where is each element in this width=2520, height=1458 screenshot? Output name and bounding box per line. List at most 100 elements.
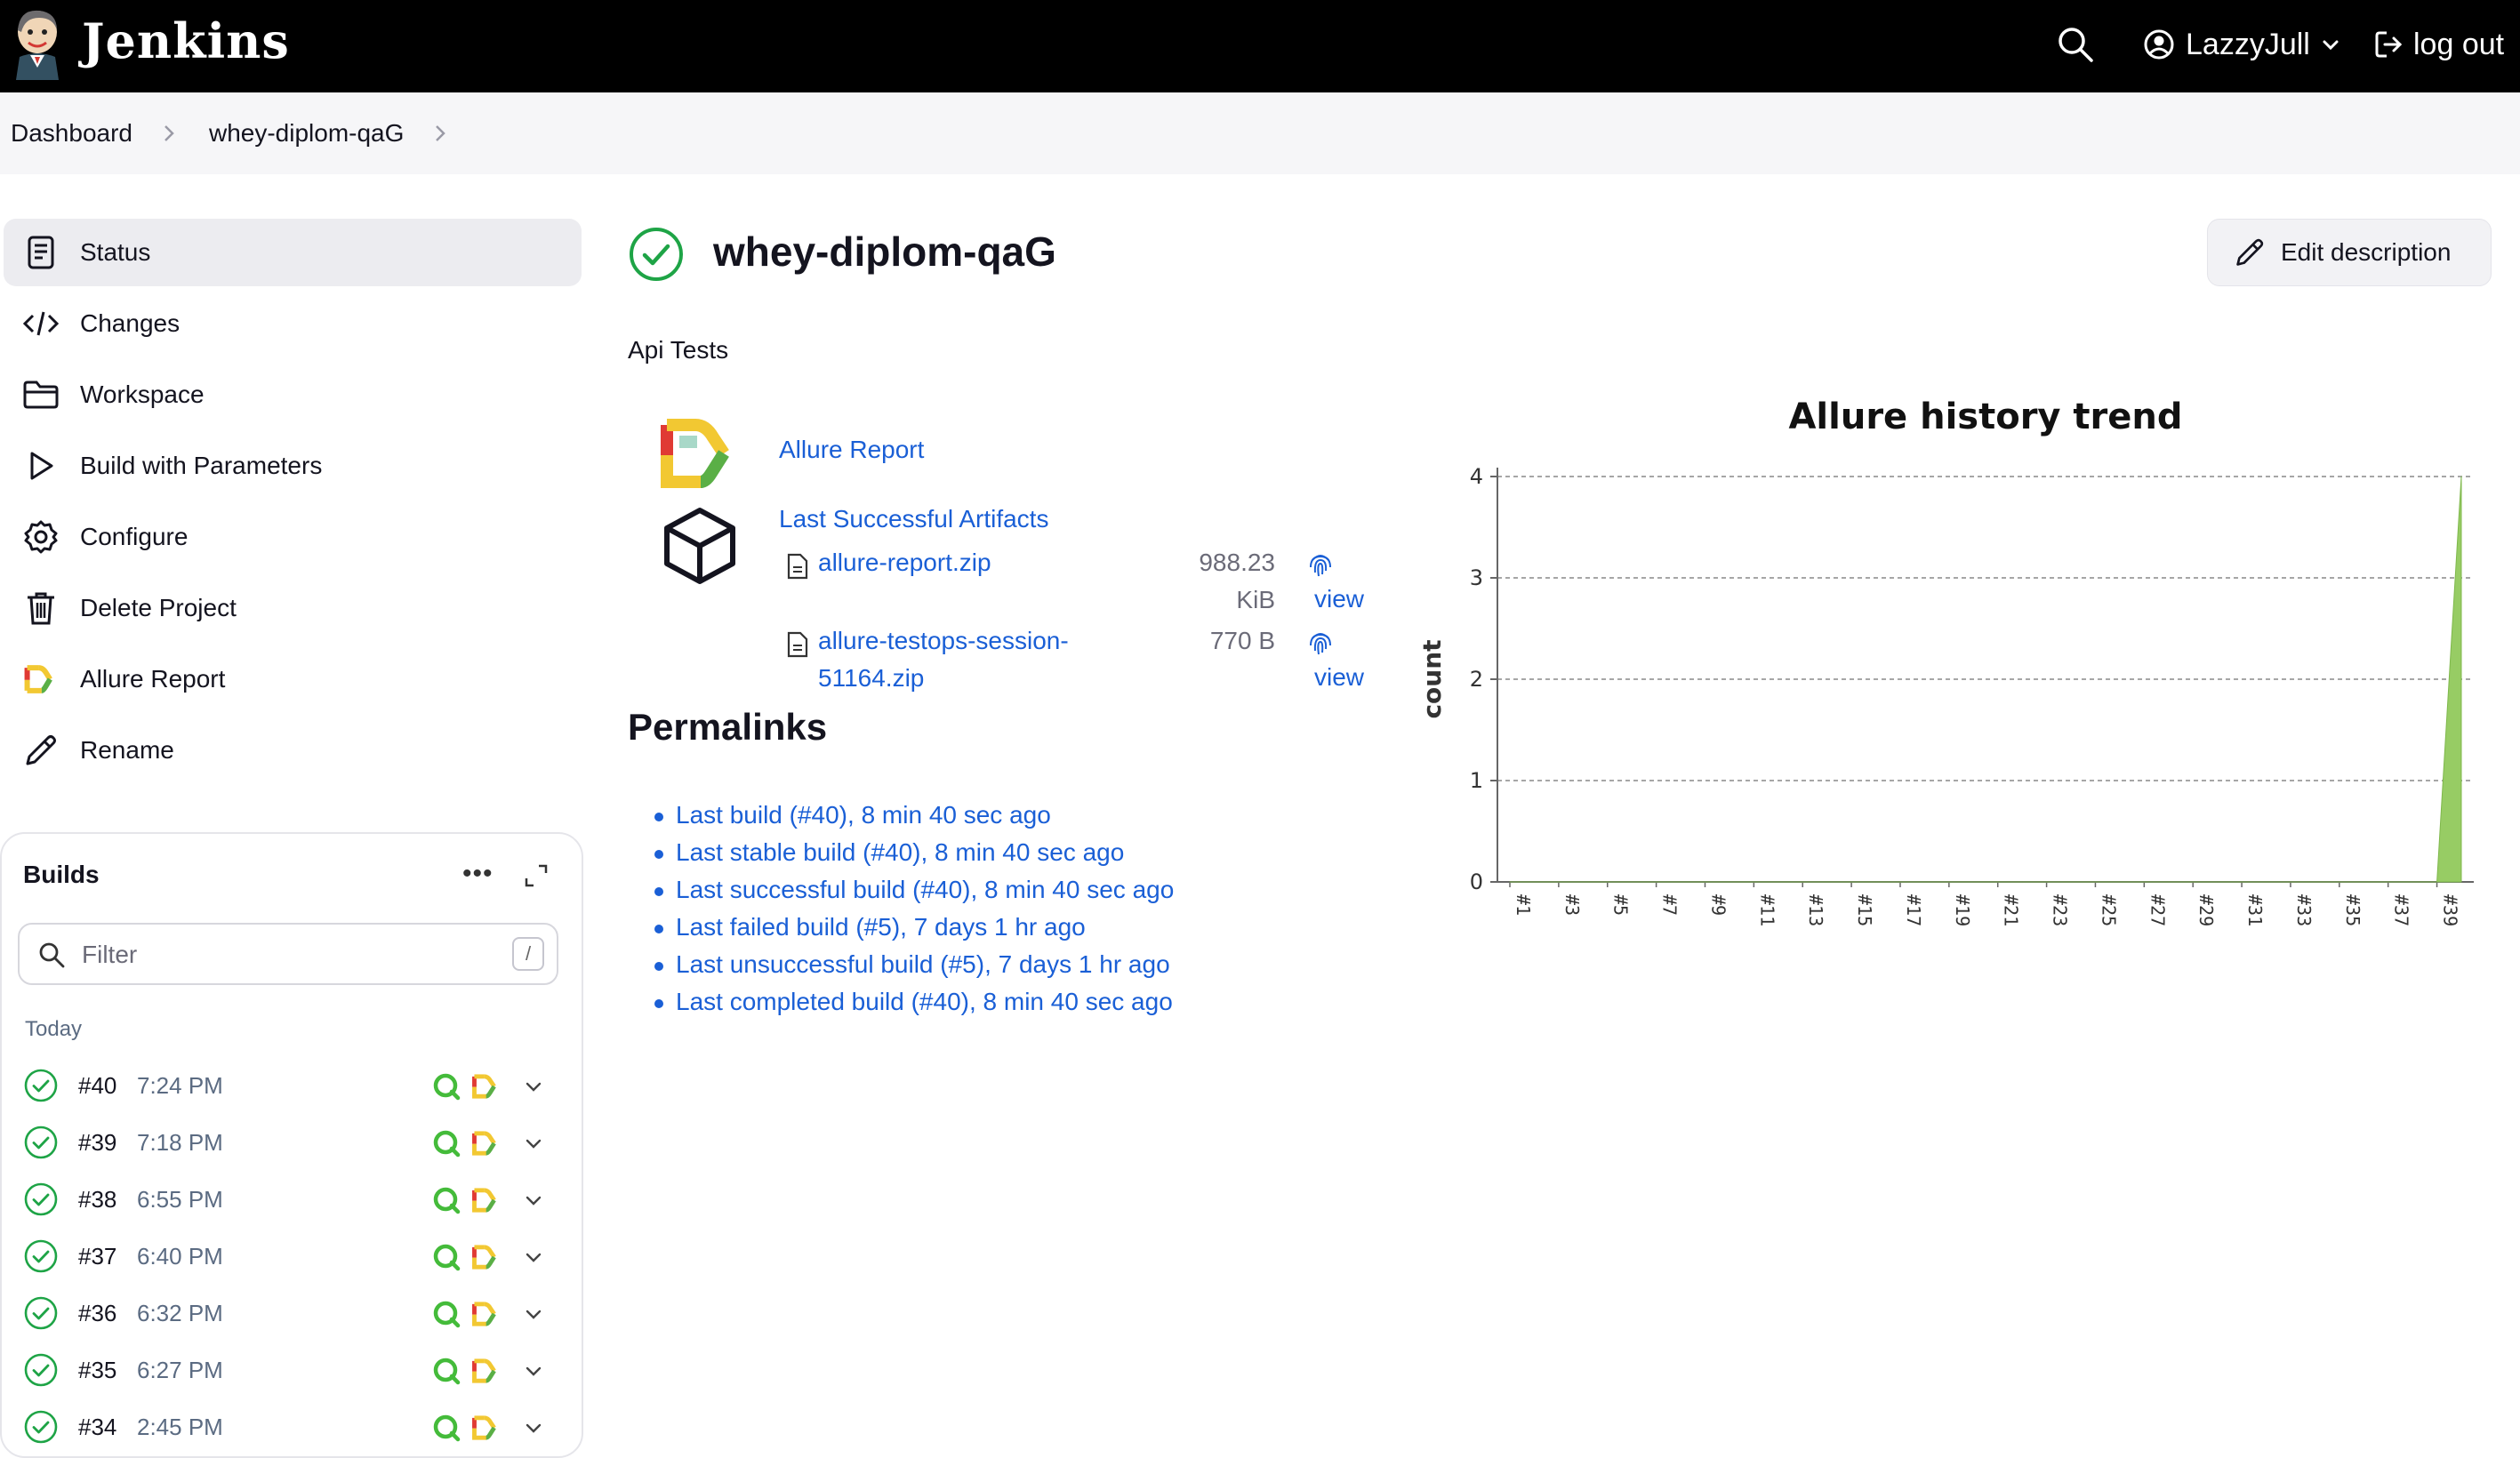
chevron-right-icon[interactable]	[430, 124, 450, 143]
allure-report-link[interactable]: Allure Report	[779, 436, 924, 464]
build-row[interactable]: #37 6:40 PM	[23, 1234, 557, 1278]
chart-data-point	[1899, 881, 1901, 883]
permalink[interactable]: Last successful build (#40), 8 min 40 se…	[676, 876, 1174, 903]
chevron-down-icon[interactable]	[523, 1133, 544, 1154]
sidebar-item-changes[interactable]: Changes	[4, 290, 582, 357]
permalink[interactable]: Last build (#40), 8 min 40 sec ago	[676, 801, 1051, 829]
sidebar-item-configure[interactable]: Configure	[4, 503, 582, 571]
build-row[interactable]: #40 7:24 PM	[23, 1063, 557, 1108]
sidebar-item-label: Workspace	[80, 381, 205, 408]
user-name: LazzyJull	[2186, 27, 2310, 61]
allure-icon[interactable]	[471, 1357, 500, 1385]
more-options-icon[interactable]: •••	[462, 859, 494, 889]
logout-link[interactable]: log out	[2372, 21, 2504, 68]
permalink[interactable]: Last unsuccessful build (#5), 7 days 1 h…	[676, 950, 1170, 978]
permalink[interactable]: Last completed build (#40), 8 min 40 sec…	[676, 988, 1173, 1015]
build-number[interactable]: #34	[78, 1414, 116, 1441]
chart-data-point	[2192, 881, 2194, 883]
artifact-view-link[interactable]: view	[1314, 585, 1364, 613]
chart-data-point	[2119, 881, 2121, 883]
list-item: Last successful build (#40), 8 min 40 se…	[654, 871, 1174, 909]
qase-icon[interactable]	[432, 1186, 461, 1214]
success-icon	[24, 1296, 58, 1330]
search-icon[interactable]	[2056, 25, 2095, 64]
build-time[interactable]: 6:55 PM	[137, 1186, 223, 1214]
chevron-down-icon[interactable]	[523, 1076, 544, 1097]
permalink[interactable]: Last failed build (#5), 7 days 1 hr ago	[676, 913, 1086, 941]
chevron-down-icon[interactable]	[523, 1246, 544, 1268]
permalink[interactable]: Last stable build (#40), 8 min 40 sec ag…	[676, 838, 1124, 866]
edit-description-button[interactable]: Edit description	[2207, 219, 2492, 286]
qase-icon[interactable]	[432, 1300, 461, 1328]
allure-icon[interactable]	[471, 1300, 500, 1328]
build-time[interactable]: 2:45 PM	[137, 1414, 223, 1441]
chart-data-point	[2412, 881, 2413, 883]
build-row[interactable]: #38 6:55 PM	[23, 1177, 557, 1222]
chevron-down-icon[interactable]	[523, 1303, 544, 1325]
allure-icon[interactable]	[471, 1186, 500, 1214]
sidebar-item-status[interactable]: Status	[4, 219, 582, 286]
list-item: Last stable build (#40), 8 min 40 sec ag…	[654, 834, 1174, 871]
allure-history-trend-chart[interactable]: Allure history trend count 0 1 2 3 4 #1 #3 #5 #7 #9…	[1414, 391, 2499, 996]
chart-x-tick-label: #21	[2001, 894, 2022, 926]
expand-icon[interactable]	[523, 862, 550, 889]
chart-x-tick-label: #1	[1513, 894, 1534, 916]
sidebar: Status Changes Workspace Build with Para…	[4, 219, 582, 788]
search-icon	[39, 942, 65, 968]
build-number[interactable]: #38	[78, 1186, 116, 1214]
build-row[interactable]: #35 6:27 PM	[23, 1348, 557, 1392]
sidebar-item-workspace[interactable]: Workspace	[4, 361, 582, 429]
sidebar-item-rename[interactable]: Rename	[4, 717, 582, 784]
build-time[interactable]: 6:27 PM	[137, 1357, 223, 1384]
brand-title[interactable]: Jenkins	[82, 12, 290, 69]
build-time[interactable]: 6:40 PM	[137, 1243, 223, 1270]
sidebar-item-delete-project[interactable]: Delete Project	[4, 574, 582, 642]
qase-icon[interactable]	[432, 1129, 461, 1158]
artifact-name-line: allure-testops-session-	[818, 627, 1069, 654]
build-time[interactable]: 6:32 PM	[137, 1300, 223, 1327]
build-row[interactable]: #39 7:18 PM	[23, 1120, 557, 1165]
build-number[interactable]: #40	[78, 1072, 116, 1100]
artifact-view-link[interactable]: view	[1314, 663, 1364, 692]
chart-data-point	[2021, 881, 2023, 883]
chart-data-point	[2094, 881, 2096, 883]
build-number[interactable]: #35	[78, 1357, 116, 1384]
chevron-down-icon[interactable]	[523, 1190, 544, 1211]
fingerprint-icon[interactable]	[1307, 549, 1334, 580]
allure-icon[interactable]	[471, 1129, 500, 1158]
sidebar-item-allure-report[interactable]: Allure Report	[4, 645, 582, 713]
gear-icon	[21, 517, 60, 557]
qase-icon[interactable]	[432, 1243, 461, 1271]
build-number[interactable]: #37	[78, 1243, 116, 1270]
build-row[interactable]: #36 6:32 PM	[23, 1291, 557, 1335]
qase-icon[interactable]	[432, 1357, 461, 1385]
last-successful-artifacts-link[interactable]: Last Successful Artifacts	[779, 505, 1048, 533]
allure-icon[interactable]	[471, 1243, 500, 1271]
chart-data-point	[2217, 881, 2219, 883]
fingerprint-icon[interactable]	[1307, 628, 1334, 658]
artifact-link[interactable]: allure-report.zip	[818, 544, 1138, 581]
qase-icon[interactable]	[432, 1072, 461, 1101]
qase-icon[interactable]	[432, 1414, 461, 1442]
sidebar-item-build-with-parameters[interactable]: Build with Parameters	[4, 432, 582, 500]
build-time[interactable]: 7:18 PM	[137, 1129, 223, 1157]
breadcrumb-project[interactable]: whey-diplom-qaG	[209, 119, 404, 148]
build-time[interactable]: 7:24 PM	[137, 1072, 223, 1100]
chevron-down-icon[interactable]	[523, 1360, 544, 1382]
chart-y-tick-label: 2	[1470, 667, 1483, 692]
filter-input[interactable]	[80, 935, 493, 974]
breadcrumb-dashboard[interactable]: Dashboard	[11, 119, 132, 148]
chart-data-point	[2046, 881, 2048, 883]
build-row[interactable]: #34 2:45 PM	[23, 1405, 557, 1449]
jenkins-logo[interactable]	[9, 5, 66, 80]
artifact-link[interactable]: allure-testops-session- 51164.zip	[818, 622, 1138, 697]
chevron-down-icon[interactable]	[523, 1417, 544, 1438]
build-number[interactable]: #36	[78, 1300, 116, 1327]
build-number[interactable]: #39	[78, 1129, 116, 1157]
allure-icon[interactable]	[471, 1072, 500, 1101]
success-icon	[24, 1069, 58, 1102]
success-icon	[24, 1182, 58, 1216]
allure-icon[interactable]	[471, 1414, 500, 1442]
list-item: Last unsuccessful build (#5), 7 days 1 h…	[654, 946, 1174, 983]
user-menu[interactable]: LazzyJull	[2143, 21, 2340, 68]
